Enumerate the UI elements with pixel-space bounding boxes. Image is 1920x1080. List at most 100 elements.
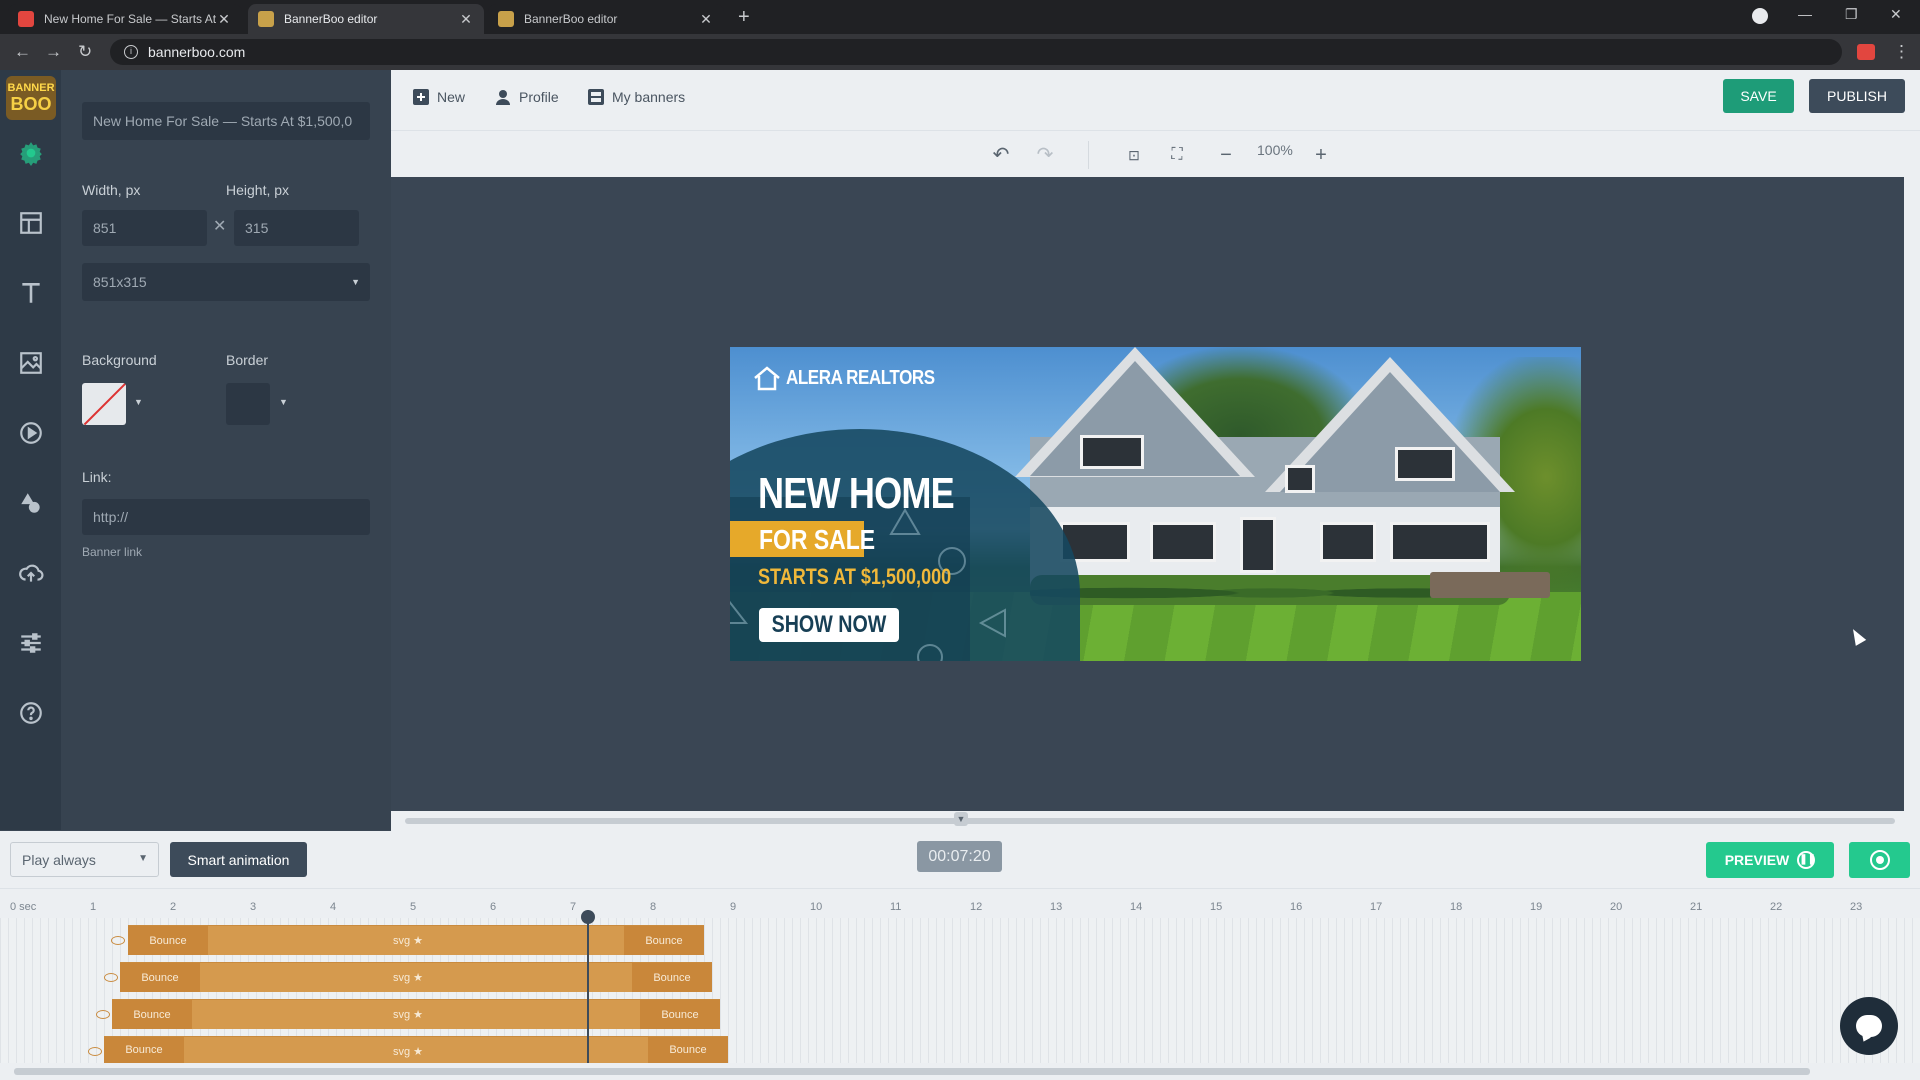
background-color-swatch[interactable] [82, 383, 126, 425]
link-placeholder: http:// [93, 509, 129, 525]
browser-tab-2[interactable]: BannerBoo editor ✕ [248, 4, 484, 34]
smart-animation-button[interactable]: Smart animation [170, 842, 307, 877]
timeline-scrollbar[interactable] [0, 1063, 1920, 1080]
new-banner-link[interactable]: New [413, 89, 465, 105]
for-sale-tag[interactable]: FOR SALE [730, 521, 875, 557]
animation-out-segment[interactable]: Bounce [632, 963, 712, 992]
ruler-tick-label: 7 [570, 901, 577, 913]
back-icon[interactable]: ← [14, 42, 31, 62]
zoom-out-icon[interactable]: − [1214, 143, 1238, 167]
visibility-eye-icon[interactable] [96, 1010, 110, 1019]
ruler-tick-label: 16 [1290, 901, 1303, 913]
timeline-layer-bar[interactable]: Bounce svg ★ Bounce [128, 925, 704, 955]
height-input[interactable]: 315 [234, 210, 359, 246]
close-window-icon[interactable]: ✕ [1890, 6, 1902, 23]
fit-to-screen-icon[interactable]: ⊡ [1122, 143, 1146, 167]
animation-out-segment[interactable]: Bounce [640, 1000, 720, 1029]
play-mode-select[interactable]: Play always ▼ [10, 842, 159, 877]
extension-icon[interactable] [1857, 44, 1875, 60]
tab-close-icon[interactable]: ✕ [458, 11, 474, 28]
save-button[interactable]: SAVE [1723, 79, 1794, 113]
browser-tab-1[interactable]: New Home For Sale — Starts At $ ✕ [8, 4, 242, 34]
help-icon[interactable] [18, 700, 44, 726]
banner-headline[interactable]: NEW HOME [758, 469, 955, 519]
my-banners-link[interactable]: My banners [588, 89, 685, 105]
size-preset-select[interactable]: 851x315 ▼ [82, 263, 370, 301]
brand-logo[interactable]: ALERA REALTORS [752, 365, 961, 391]
profile-icon[interactable] [1752, 8, 1768, 24]
house-window [1285, 465, 1315, 493]
user-icon [496, 90, 510, 105]
browser-toolbar: ← → ↻ i bannerboo.com ⋮ [0, 34, 1920, 70]
profile-link[interactable]: Profile [495, 89, 559, 105]
width-input[interactable]: 851 [82, 210, 207, 246]
layout-icon[interactable] [18, 210, 44, 236]
pause-icon: ❚❚ [1797, 851, 1816, 869]
redo-icon[interactable]: ↷ [1033, 143, 1057, 167]
background-dropdown-icon[interactable]: ▼ [134, 397, 143, 407]
undo-icon[interactable]: ↶ [989, 143, 1013, 167]
timeline-toggle-icon[interactable]: ▼ [954, 812, 968, 826]
canvas-vertical-scrollbar[interactable] [1904, 177, 1920, 811]
house-logo-icon [754, 366, 780, 391]
price-text[interactable]: STARTS AT $1,500,000 [758, 564, 951, 590]
ruler-tick-label: 11 [890, 901, 902, 913]
timeline-layer-bar[interactable]: Bounce svg ★ Bounce [112, 999, 720, 1029]
animation-in-segment[interactable]: Bounce [104, 1037, 184, 1063]
restore-icon[interactable]: ❐ [1845, 6, 1858, 23]
border-dropdown-icon[interactable]: ▼ [279, 397, 288, 407]
link-input[interactable]: http:// [82, 499, 370, 535]
visibility-eye-icon[interactable] [88, 1047, 102, 1056]
banner-name-input[interactable]: New Home For Sale — Starts At $1,500,0 [82, 102, 370, 140]
ruler-tick-label: 20 [1610, 901, 1623, 913]
app-logo[interactable]: BANNER BOO [6, 76, 56, 120]
site-info-icon[interactable]: i [124, 45, 138, 59]
address-bar[interactable]: i bannerboo.com [110, 39, 1842, 65]
timeline-layer-bar[interactable]: Bounce svg ★ Bounce [120, 962, 712, 992]
border-color-swatch[interactable] [226, 383, 270, 425]
scrollbar-thumb[interactable] [405, 818, 1895, 824]
text-icon[interactable] [18, 280, 44, 306]
upload-icon[interactable] [18, 560, 44, 586]
tab-favicon-icon [498, 11, 514, 27]
tab-close-icon[interactable]: ✕ [698, 11, 714, 28]
visibility-eye-icon[interactable] [111, 936, 125, 945]
animation-in-segment[interactable]: Bounce [128, 926, 208, 955]
timeline-layer-bar[interactable]: Bounce svg ★ Bounce [104, 1036, 728, 1063]
new-tab-icon[interactable]: + [738, 6, 750, 29]
timeline-ruler[interactable]: 0 sec 1 2 3 4 5 6 7 8 9 10 11 12 13 14 1… [0, 888, 1920, 918]
chat-support-button[interactable] [1840, 997, 1898, 1055]
image-icon[interactable] [18, 350, 44, 376]
zoom-in-icon[interactable]: + [1309, 143, 1333, 167]
forward-icon[interactable]: → [45, 42, 62, 62]
new-label: New [437, 89, 466, 105]
scrollbar-thumb[interactable] [14, 1068, 1810, 1075]
banner-preview[interactable]: ALERA REALTORS NEW HOME FOR SALE STARTS … [730, 347, 1581, 661]
sliders-icon[interactable] [18, 630, 44, 656]
preview-button[interactable]: PREVIEW ❚❚ [1706, 842, 1834, 878]
show-now-button[interactable]: SHOW NOW [759, 608, 899, 642]
fullscreen-icon[interactable]: ⛶ [1165, 143, 1189, 167]
playhead-handle[interactable] [581, 910, 595, 924]
publish-button[interactable]: PUBLISH [1809, 79, 1905, 113]
house-window [1390, 522, 1490, 562]
record-button[interactable] [1849, 842, 1910, 878]
shapes-icon[interactable] [18, 490, 44, 516]
animation-in-segment[interactable]: Bounce [120, 963, 200, 992]
minimize-icon[interactable]: — [1798, 6, 1812, 22]
browser-menu-icon[interactable]: ⋮ [1893, 42, 1910, 62]
tab-title: New Home For Sale — Starts At $ [44, 12, 216, 26]
visibility-eye-icon[interactable] [104, 973, 118, 982]
animation-out-segment[interactable]: Bounce [624, 926, 704, 955]
browser-tab-3[interactable]: BannerBoo editor ✕ [488, 4, 724, 34]
tab-close-icon[interactable]: ✕ [216, 11, 232, 28]
height-label: Height, px [226, 182, 290, 198]
animation-in-segment[interactable]: Bounce [112, 1000, 192, 1029]
timeline-playhead[interactable] [587, 910, 589, 1063]
ruler-tick-label: 4 [330, 901, 337, 913]
reload-icon[interactable]: ↻ [78, 42, 92, 62]
animation-out-segment[interactable]: Bounce [648, 1037, 728, 1063]
video-icon[interactable] [18, 420, 44, 446]
settings-icon[interactable] [18, 140, 44, 166]
canvas-horizontal-scrollbar[interactable]: ▼ [391, 811, 1920, 831]
